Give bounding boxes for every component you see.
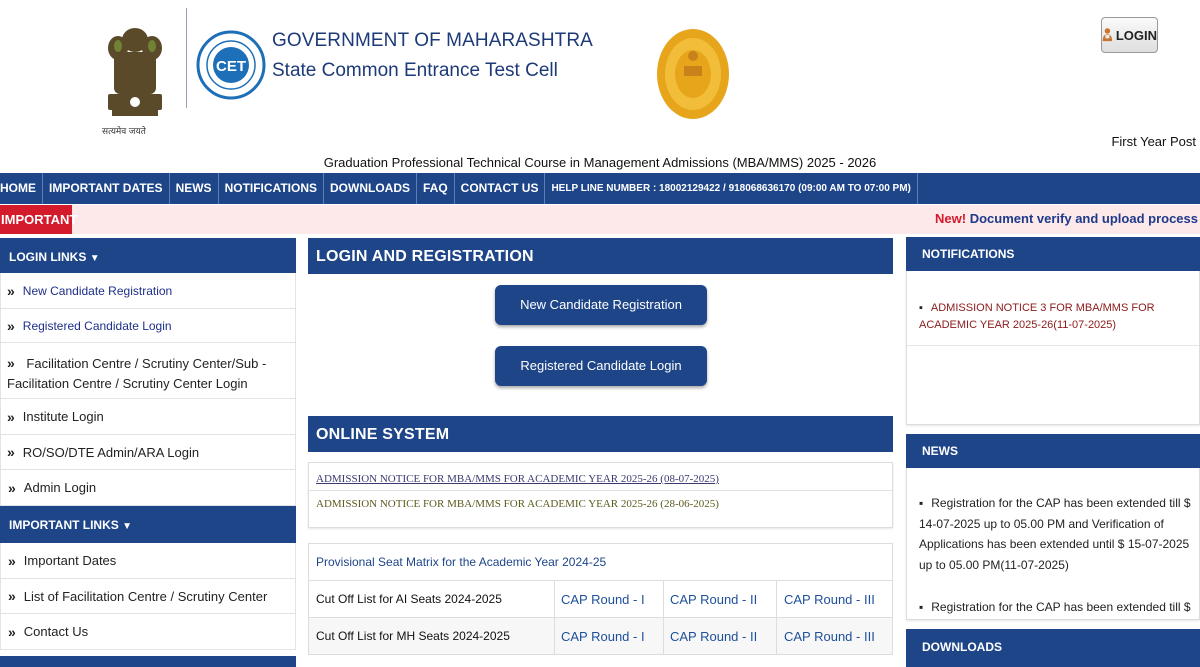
login-registration-header: LOGIN AND REGISTRATION <box>308 238 893 274</box>
seat-matrix-title: Provisional Seat Matrix for the Academic… <box>308 543 893 581</box>
double-chevron-right-icon: » <box>8 552 16 569</box>
double-chevron-right-icon: » <box>7 355 15 371</box>
important-links-header[interactable]: IMPORTANT LINKS ▼ <box>0 506 296 543</box>
left-sidebar: LOGIN LINKS ▼ » New Candidate Registrati… <box>0 238 296 650</box>
login-link-label: RO/SO/DTE Admin/ARA Login <box>22 444 200 460</box>
important-marquee[interactable]: New! Document verify and upload process <box>935 211 1198 226</box>
online-system-header: ONLINE SYSTEM <box>308 416 893 452</box>
login-link-ro-so-dte[interactable]: » RO/SO/DTE Admin/ARA Login <box>0 435 296 470</box>
double-chevron-right-icon: » <box>8 479 16 496</box>
national-emblem-icon <box>108 28 162 116</box>
bullet-icon: ▪ <box>919 302 923 314</box>
notifications-header: NOTIFICATIONS <box>906 237 1200 271</box>
caret-down-icon: ▼ <box>122 521 133 532</box>
table-row: Cut Off List for MH Seats 2024-2025 CAP … <box>308 617 893 655</box>
important-link-label: Contact Us <box>23 624 89 639</box>
main-nav: HOME IMPORTANT DATES NEWS NOTIFICATIONS … <box>0 173 1200 204</box>
login-link-label: New Candidate Registration <box>22 283 173 298</box>
important-link-label: Important Dates <box>23 553 117 568</box>
notification-item[interactable]: ▪ ADMISSION NOTICE 3 FOR MBA/MMS FOR ACAD… <box>907 300 1199 346</box>
double-chevron-right-icon: » <box>8 588 16 604</box>
downloads-header: DOWNLOADS <box>906 629 1200 667</box>
new-tag: New! <box>935 211 967 226</box>
login-button[interactable]: LOGIN <box>1101 17 1158 53</box>
double-chevron-right-icon: » <box>8 623 16 640</box>
important-link-label: List of Facilitation Centre / Scrutiny C… <box>23 588 268 604</box>
news-header: NEWS <box>906 434 1200 468</box>
important-message: Document verify and upload process <box>969 211 1198 226</box>
online-system-link-2[interactable]: ADMISSION NOTICE FOR MBA/MMS FOR ACADEMI… <box>309 491 892 517</box>
left-panel-next-header <box>0 656 296 667</box>
login-label: LOGIN <box>1115 27 1157 43</box>
login-link-institute[interactable]: » Institute Login <box>0 399 296 435</box>
bullet-icon: ▪ <box>919 600 924 614</box>
course-title: Graduation Professional Technical Course… <box>323 155 877 170</box>
news-text: Registration for the CAP has been extend… <box>931 600 1191 614</box>
svg-text:CET: CET <box>216 58 246 75</box>
nav-important-dates[interactable]: IMPORTANT DATES <box>43 173 170 204</box>
bullet-icon: ▪ <box>919 496 924 510</box>
gov-subtitle: State Common Entrance Test Cell <box>272 60 558 81</box>
important-label: IMPORTANT <box>0 205 77 234</box>
double-chevron-right-icon: » <box>7 408 15 425</box>
login-link-admin[interactable]: » Admin Login <box>0 470 296 506</box>
double-chevron-right-icon: » <box>7 444 15 460</box>
news-text: Registration for the CAP has been extend… <box>919 496 1191 572</box>
important-links-title: IMPORTANT LINKS <box>9 518 119 532</box>
news-panel: ▪ Registration for the CAP has been exten… <box>906 468 1200 620</box>
login-link-label: Facilitation Centre / Scrutiny Center/Su… <box>7 356 267 391</box>
important-link-facilitation-list[interactable]: » List of Facilitation Centre / Scrutiny… <box>0 579 296 614</box>
nav-faq[interactable]: FAQ <box>417 173 455 204</box>
news-item[interactable]: ▪ Registration for the CAP has been exten… <box>907 597 1199 617</box>
cutoff-label: Cut Off List for AI Seats 2024-2025 <box>308 580 555 618</box>
user-icon <box>1102 28 1113 42</box>
login-link-label: Institute Login <box>22 409 104 424</box>
important-link-dates[interactable]: » Important Dates <box>0 543 296 579</box>
emblem-motto: सत्यमेव जयते <box>102 126 146 136</box>
nav-home[interactable]: HOME <box>0 173 43 204</box>
login-links-title: LOGIN LINKS <box>9 250 87 264</box>
nav-news[interactable]: NEWS <box>170 173 219 204</box>
gov-title: GOVERNMENT OF MAHARASHTRA <box>272 30 593 51</box>
double-chevron-right-icon: » <box>7 282 15 299</box>
cap-round-link[interactable]: CAP Round - II <box>663 617 777 655</box>
new-candidate-registration-button[interactable]: New Candidate Registration <box>495 285 707 325</box>
online-system-link-1[interactable]: ADMISSION NOTICE FOR MBA/MMS FOR ACADEMI… <box>309 463 892 491</box>
nav-downloads[interactable]: DOWNLOADS <box>324 173 417 204</box>
login-link-facilitation[interactable]: » Facilitation Centre / Scrutiny Center/… <box>0 343 296 399</box>
news-item[interactable]: ▪ Registration for the CAP has been exten… <box>907 493 1199 575</box>
maharashtra-seal-icon <box>657 29 729 119</box>
double-chevron-right-icon: » <box>7 317 15 334</box>
nav-contact-us[interactable]: CONTACT US <box>455 173 546 204</box>
online-system-list: ADMISSION NOTICE FOR MBA/MMS FOR ACADEMI… <box>308 462 893 528</box>
cutoff-label: Cut Off List for MH Seats 2024-2025 <box>308 617 555 655</box>
first-year-text: First Year Post <box>1111 134 1196 149</box>
cap-round-link[interactable]: CAP Round - II <box>663 580 777 618</box>
notification-text: ADMISSION NOTICE 3 FOR MBA/MMS FOR ACADE… <box>919 302 1155 331</box>
login-links-header[interactable]: LOGIN LINKS ▼ <box>0 238 296 273</box>
registered-candidate-login-button[interactable]: Registered Candidate Login <box>495 346 707 386</box>
notifications-panel: ▪ ADMISSION NOTICE 3 FOR MBA/MMS FOR ACAD… <box>906 271 1200 425</box>
table-row: Cut Off List for AI Seats 2024-2025 CAP … <box>308 580 893 618</box>
login-link-label: Admin Login <box>23 480 97 495</box>
login-link-new-candidate[interactable]: » New Candidate Registration <box>0 273 296 309</box>
cap-round-link[interactable]: CAP Round - I <box>554 580 664 618</box>
cap-round-link[interactable]: CAP Round - III <box>776 580 893 618</box>
helpline-text: HELP LINE NUMBER : 18002129422 / 9180686… <box>545 173 918 204</box>
caret-down-icon: ▼ <box>89 253 100 264</box>
important-link-contact[interactable]: » Contact Us <box>0 614 296 650</box>
cet-logo-icon: CET <box>196 30 266 100</box>
login-link-registered[interactable]: » Registered Candidate Login <box>0 309 296 343</box>
nav-notifications[interactable]: NOTIFICATIONS <box>219 173 324 204</box>
seat-matrix-table: Provisional Seat Matrix for the Academic… <box>308 543 893 655</box>
header-divider <box>186 8 187 108</box>
login-link-label: Registered Candidate Login <box>22 318 172 333</box>
cap-round-link[interactable]: CAP Round - III <box>776 617 893 655</box>
cap-round-link[interactable]: CAP Round - I <box>554 617 664 655</box>
